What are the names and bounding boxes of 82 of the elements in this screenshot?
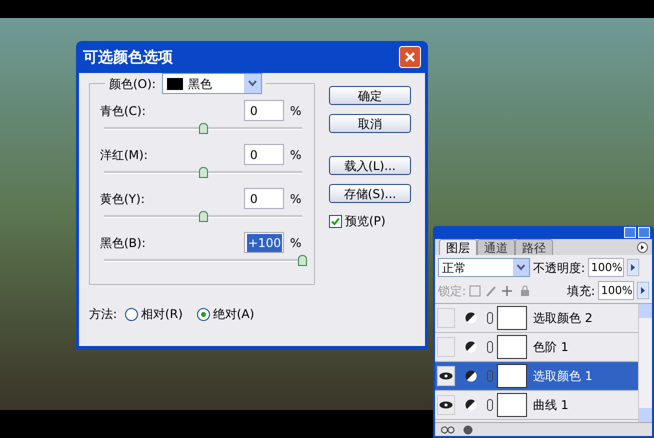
visibility-toggle[interactable] xyxy=(437,366,455,386)
window-title: 可选颜色选项 xyxy=(83,46,173,68)
lock-label: 锁定: xyxy=(438,282,466,300)
value-field[interactable]: 0 xyxy=(244,100,284,121)
panel-tab[interactable]: 通道 xyxy=(477,239,515,255)
dropdown-value: 正常 xyxy=(442,260,467,276)
mask-thumbnail xyxy=(497,364,527,388)
scrollbar[interactable] xyxy=(638,304,652,422)
eye-icon xyxy=(439,372,453,380)
value-field[interactable]: 0 xyxy=(244,144,284,165)
value-text: 0 xyxy=(249,190,259,208)
visibility-toggle[interactable] xyxy=(437,308,455,328)
panel-menu-icon[interactable] xyxy=(637,242,648,253)
slider-thumb[interactable] xyxy=(199,123,208,134)
link-icon xyxy=(487,312,493,324)
dialog-button[interactable]: 取消 xyxy=(329,114,411,133)
layer-name: 色阶 1 xyxy=(533,339,568,356)
fill-label: 填充: xyxy=(566,282,595,300)
mask-thumbnail xyxy=(497,393,527,417)
opacity-label: 不透明度: xyxy=(533,260,586,276)
visibility-toggle[interactable] xyxy=(437,337,455,357)
percent-label: % xyxy=(290,146,302,164)
slider-thumb[interactable] xyxy=(199,211,208,222)
mask-thumbnail xyxy=(497,335,527,359)
color-swatch-icon xyxy=(166,78,183,90)
adjustment-icon xyxy=(465,399,477,411)
channel-label: 青色(C): xyxy=(100,102,147,120)
color-label: 颜色(O): xyxy=(109,76,156,92)
value-text: 0 xyxy=(249,146,259,164)
mask-thumbnail xyxy=(497,306,527,330)
panel-tab[interactable]: 图层 xyxy=(439,239,477,255)
preview-checkbox[interactable] xyxy=(329,214,342,228)
value-field[interactable]: 0 xyxy=(244,188,284,209)
blend-mode-dropdown[interactable]: 正常 xyxy=(438,258,530,277)
radio-button[interactable] xyxy=(196,308,210,320)
dialog-button[interactable]: 确定 xyxy=(329,86,411,105)
radio-label: 相对(R) xyxy=(141,306,183,323)
check-icon xyxy=(331,216,340,226)
channel-label: 洋红(M): xyxy=(100,146,149,164)
value-text: 0 xyxy=(249,102,259,120)
slider-thumb[interactable] xyxy=(199,167,208,178)
chevron-down-icon xyxy=(244,74,261,93)
channel-label: 黄色(Y): xyxy=(100,190,146,208)
adjustment-icon xyxy=(465,341,477,353)
link-icon xyxy=(487,370,493,382)
percent-label: % xyxy=(290,234,302,252)
eye-icon xyxy=(439,401,453,409)
link-icon xyxy=(487,399,493,411)
effects-icon[interactable] xyxy=(463,424,473,434)
dropdown-value: 黑色 xyxy=(188,76,213,92)
adjustment-icon xyxy=(465,370,477,382)
preview-label: 预览(P) xyxy=(345,213,386,230)
layer-row[interactable]: 选取颜色 2 xyxy=(435,304,638,333)
dialog-button[interactable]: 存储(S)... xyxy=(329,184,411,203)
chevron-down-icon xyxy=(513,259,529,276)
method-label: 方法: xyxy=(89,306,118,323)
color-dropdown[interactable]: 黑色 xyxy=(162,73,262,94)
fill-field[interactable]: 100% xyxy=(598,281,634,300)
close-button[interactable] xyxy=(638,227,650,238)
panel-tab[interactable]: 路径 xyxy=(515,239,553,255)
close-button[interactable] xyxy=(399,46,421,68)
link-icon xyxy=(487,341,493,353)
link-icon[interactable] xyxy=(441,426,455,434)
radio-button[interactable] xyxy=(125,308,138,320)
visibility-toggle[interactable] xyxy=(437,395,455,415)
arrow-right-icon[interactable] xyxy=(627,259,640,276)
adjustment-icon xyxy=(465,312,477,324)
dialog-button[interactable]: 载入(L)... xyxy=(329,156,411,175)
arrow-right-icon[interactable] xyxy=(637,282,649,299)
layer-row[interactable]: 选取颜色 1 xyxy=(435,362,638,391)
layer-row[interactable]: 曲线 1 xyxy=(435,391,638,420)
channel-label: 黑色(B): xyxy=(100,234,147,252)
opacity-field[interactable]: 100% xyxy=(588,258,624,277)
layer-name: 选取颜色 1 xyxy=(533,368,592,385)
layer-name: 曲线 1 xyxy=(533,397,568,414)
minimize-button[interactable] xyxy=(624,227,636,238)
percent-label: % xyxy=(290,190,302,208)
layer-name: 选取颜色 2 xyxy=(533,310,592,327)
close-icon xyxy=(404,51,416,63)
percent-label: % xyxy=(290,102,302,120)
slider-thumb[interactable] xyxy=(298,255,307,266)
radio-label: 绝对(A) xyxy=(212,306,254,323)
